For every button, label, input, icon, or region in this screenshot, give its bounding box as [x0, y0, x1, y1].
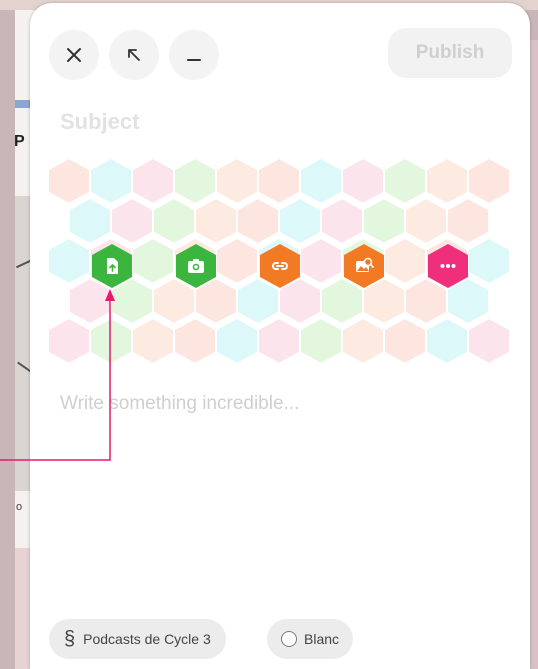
attachment-hex-grid: [48, 158, 518, 373]
hex-cell: [89, 316, 133, 366]
hex-cell: [425, 316, 469, 366]
minimize-icon: [187, 59, 201, 61]
hex-cell: [362, 196, 406, 246]
hex-cell: [194, 196, 238, 246]
hex-cell: [383, 236, 427, 286]
image-search-icon: [356, 257, 374, 272]
hex-cell: [257, 316, 301, 366]
background-text-fragment: o: [16, 501, 23, 513]
hex-cell: [48, 316, 91, 366]
hex-cell: [299, 316, 343, 366]
hex-cell: [467, 316, 511, 366]
file-upload-button[interactable]: [92, 244, 132, 288]
composer-panel: Publish Subject Write something incredib…: [30, 3, 530, 669]
hex-cell: [215, 236, 259, 286]
hex-cell: [236, 196, 280, 246]
link-button[interactable]: [260, 244, 300, 288]
image-search-button[interactable]: [344, 244, 384, 288]
expand-button[interactable]: [109, 30, 159, 80]
hex-cell: [383, 316, 427, 366]
minimize-button[interactable]: [169, 30, 219, 80]
hex-cell: [341, 316, 385, 366]
hex-cell: [215, 158, 259, 206]
hex-cell: [131, 236, 175, 286]
close-icon: [67, 48, 81, 62]
hex-cell: [404, 196, 448, 246]
more-icon: [440, 264, 456, 268]
color-chip[interactable]: Blanc: [267, 619, 354, 659]
hex-cell: [152, 196, 196, 246]
hex-cell: [110, 196, 154, 246]
camera-button[interactable]: [176, 244, 216, 288]
category-label: Podcasts de Cycle 3: [83, 631, 211, 647]
hex-cell: [48, 236, 91, 286]
hex-cell: [320, 196, 364, 246]
hex-cell: [467, 158, 511, 206]
arrow-up-left-icon: [128, 49, 140, 61]
subject-input[interactable]: Subject: [60, 109, 490, 135]
hex-cell: [173, 316, 217, 366]
hex-cell: [89, 158, 133, 206]
hex-cell: [278, 196, 322, 246]
file-upload-icon: [107, 258, 118, 274]
publish-button[interactable]: Publish: [388, 28, 512, 78]
section-icon: §: [64, 627, 76, 650]
hex-cell: [299, 236, 343, 286]
close-button[interactable]: [49, 30, 99, 80]
hex-cell: [131, 158, 175, 206]
body-input[interactable]: Write something incredible...: [60, 393, 500, 415]
hex-cell: [425, 158, 469, 206]
hex-cell: [131, 316, 175, 366]
radio-circle-icon: [281, 631, 297, 647]
more-button[interactable]: [428, 244, 468, 288]
camera-icon: [188, 259, 204, 273]
hex-cell: [173, 158, 217, 206]
hex-cell: [383, 158, 427, 206]
hex-cell: [257, 158, 301, 206]
hex-cell: [467, 236, 511, 286]
hex-cell: [299, 158, 343, 206]
hex-cell: [215, 316, 259, 366]
background-text-fragment: P: [14, 133, 25, 150]
link-icon: [272, 262, 288, 270]
hex-cell: [446, 196, 490, 246]
category-chip[interactable]: § Podcasts de Cycle 3: [49, 619, 226, 659]
color-label: Blanc: [304, 631, 340, 647]
hex-cell: [341, 158, 385, 206]
hex-cell: [68, 196, 112, 246]
hex-cell: [48, 158, 91, 206]
